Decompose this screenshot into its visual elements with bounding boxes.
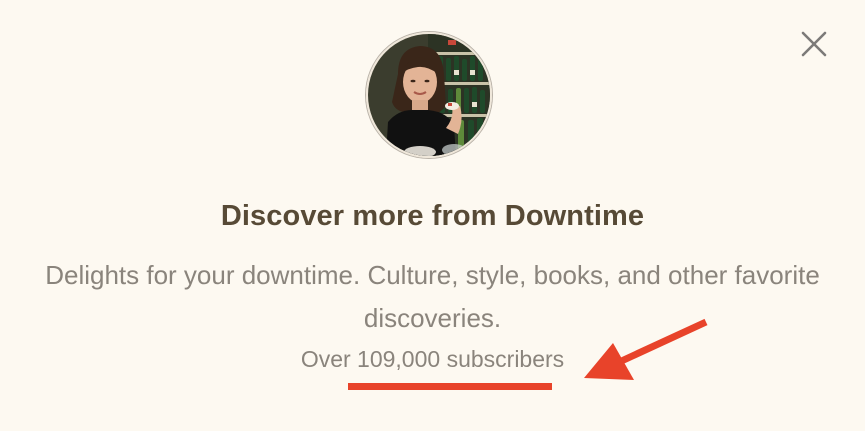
subscriber-count: Over 109,000 subscribers [300, 346, 565, 372]
modal-title: Discover more from Downtime [220, 200, 645, 232]
subscribe-modal: Discover more from Downtime Delights for… [0, 0, 865, 431]
close-button[interactable] [797, 27, 831, 61]
close-icon [801, 31, 827, 57]
publication-avatar [366, 32, 492, 158]
publication-description: Delights for your downtime. Culture, sty… [45, 260, 820, 333]
annotation-underline [348, 383, 552, 390]
